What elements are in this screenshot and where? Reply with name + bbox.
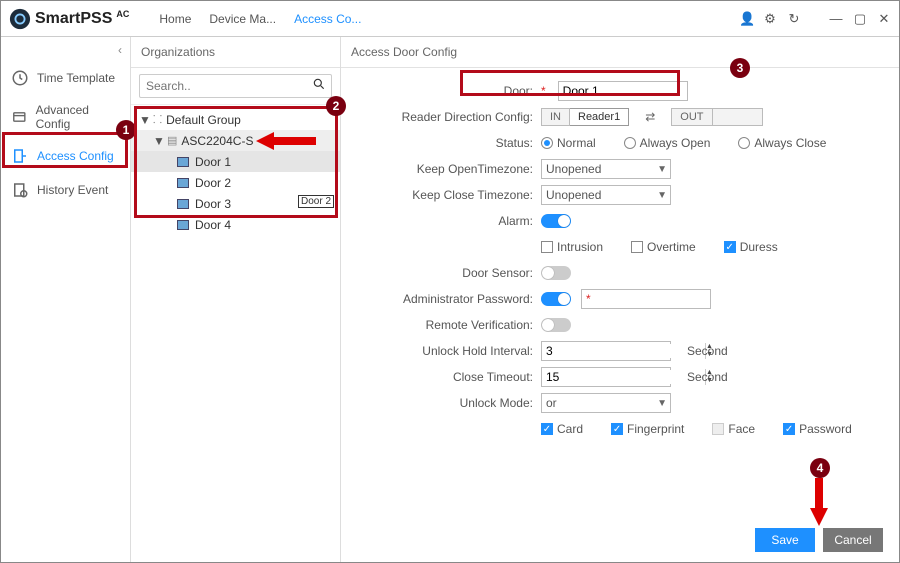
save-button[interactable]: Save bbox=[755, 528, 815, 552]
collapse-icon[interactable]: ‹ bbox=[1, 43, 130, 61]
tab-home[interactable]: Home bbox=[159, 12, 191, 26]
tree-door-2[interactable]: Door 2 bbox=[131, 172, 340, 193]
label-status: Status: bbox=[361, 136, 541, 150]
label-close-timeout: Close Timeout: bbox=[361, 370, 541, 384]
spin-close-timeout[interactable]: ▲▼ bbox=[541, 367, 671, 387]
chk-intrusion[interactable]: Intrusion bbox=[541, 240, 603, 254]
tree-door-4[interactable]: Door 4 bbox=[131, 214, 340, 235]
chk-overtime[interactable]: Overtime bbox=[631, 240, 696, 254]
door-name-input[interactable] bbox=[558, 81, 688, 101]
nav-access-config[interactable]: Access Config bbox=[1, 139, 130, 173]
select-keep-open[interactable]: Unopened bbox=[541, 159, 671, 179]
tree-door-1[interactable]: Door 1 bbox=[131, 151, 340, 172]
label-keep-open: Keep OpenTimezone: bbox=[361, 162, 541, 176]
seg-out-reader[interactable] bbox=[713, 108, 763, 126]
label-door: Door: bbox=[361, 84, 541, 98]
door-icon bbox=[177, 220, 189, 230]
toggle-alarm[interactable] bbox=[541, 214, 571, 228]
tree-root[interactable]: ▼⸬ Default Group bbox=[131, 109, 340, 130]
radio-always-close[interactable]: Always Close bbox=[738, 136, 826, 150]
minimize-icon[interactable]: — bbox=[829, 11, 843, 27]
seg-out[interactable]: OUT bbox=[671, 108, 712, 126]
chk-fingerprint[interactable]: ✓Fingerprint bbox=[611, 422, 684, 436]
org-header: Organizations bbox=[131, 37, 340, 68]
required-icon: * bbox=[541, 84, 546, 98]
tree-door-3[interactable]: Door 3 Door 2 bbox=[131, 193, 340, 214]
select-keep-close[interactable]: Unopened bbox=[541, 185, 671, 205]
user-icon[interactable]: 👤 bbox=[739, 11, 753, 27]
app-name: SmartPSS bbox=[35, 10, 112, 28]
admin-pw-input[interactable] bbox=[581, 289, 711, 309]
door-icon bbox=[177, 157, 189, 167]
label-admin-pw: Administrator Password: bbox=[361, 292, 541, 306]
chk-card[interactable]: ✓Card bbox=[541, 422, 583, 436]
tab-device-manager[interactable]: Device Ma... bbox=[209, 12, 276, 26]
label-door-sensor: Door Sensor: bbox=[361, 266, 541, 280]
nav-history-event[interactable]: History Event bbox=[1, 173, 130, 207]
gear-icon[interactable]: ⚙ bbox=[763, 11, 777, 27]
org-panel: Organizations ▼⸬ Default Group ▼▤ ASC220… bbox=[131, 37, 341, 562]
radio-normal[interactable]: Normal bbox=[541, 136, 596, 150]
nav-advanced-config[interactable]: Advanced Config bbox=[1, 95, 130, 139]
tab-access-config[interactable]: Access Co... bbox=[294, 12, 361, 26]
tree-device[interactable]: ▼▤ ASC2204C-S bbox=[131, 130, 340, 151]
close-icon[interactable]: ✕ bbox=[877, 11, 891, 27]
maximize-icon[interactable]: ▢ bbox=[853, 11, 867, 27]
toggle-door-sensor[interactable] bbox=[541, 266, 571, 280]
sync-icon[interactable]: ↻ bbox=[787, 11, 801, 27]
radio-always-open[interactable]: Always Open bbox=[624, 136, 711, 150]
select-unlock-mode[interactable]: or bbox=[541, 393, 671, 413]
label-unlock-hold: Unlock Hold Interval: bbox=[361, 344, 541, 358]
app-logo: SmartPSS AC bbox=[9, 8, 131, 30]
config-header: Access Door Config bbox=[341, 37, 899, 68]
left-nav: ‹ Time Template Advanced Config Access C… bbox=[1, 37, 131, 562]
label-alarm: Alarm: bbox=[361, 214, 541, 228]
cancel-button[interactable]: Cancel bbox=[823, 528, 883, 552]
toggle-remote-verify[interactable] bbox=[541, 318, 571, 332]
search-icon[interactable] bbox=[312, 77, 326, 94]
chk-password[interactable]: ✓Password bbox=[783, 422, 852, 436]
door-icon bbox=[177, 178, 189, 188]
label-direction: Reader Direction Config: bbox=[361, 110, 541, 124]
tooltip-door2: Door 2 bbox=[298, 195, 334, 208]
config-panel: Access Door Config Door: * Reader Direct… bbox=[341, 37, 899, 562]
search-input[interactable] bbox=[139, 74, 332, 98]
swap-icon[interactable]: ⇄ bbox=[639, 110, 661, 124]
label-remote-verify: Remote Verification: bbox=[361, 318, 541, 332]
app-suffix: AC bbox=[114, 9, 131, 19]
seg-reader1[interactable]: Reader1 bbox=[570, 108, 629, 126]
nav-time-template[interactable]: Time Template bbox=[1, 61, 130, 95]
seg-in[interactable]: IN bbox=[541, 108, 570, 126]
chk-face: Face bbox=[712, 422, 755, 436]
label-unlock-mode: Unlock Mode: bbox=[361, 396, 541, 410]
door-icon bbox=[177, 199, 189, 209]
chk-duress[interactable]: ✓Duress bbox=[724, 240, 778, 254]
toggle-admin-pw[interactable] bbox=[541, 292, 571, 306]
label-keep-close: Keep Close Timezone: bbox=[361, 188, 541, 202]
spin-unlock-hold[interactable]: ▲▼ bbox=[541, 341, 671, 361]
